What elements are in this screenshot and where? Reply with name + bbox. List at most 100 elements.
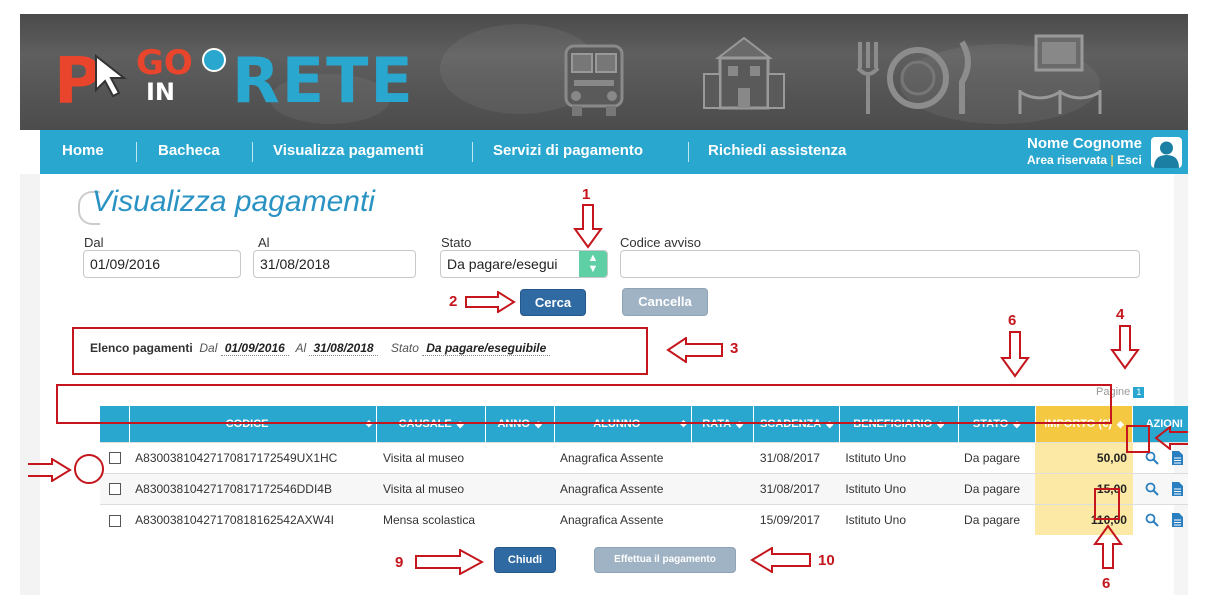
nav-home[interactable]: Home [62, 142, 104, 159]
nav-bacheca[interactable]: Bacheca [158, 142, 220, 159]
dal-label: Dal [84, 235, 104, 250]
user-name: Nome Cognome [1026, 135, 1142, 152]
sort-icon: ◆ [1116, 418, 1124, 429]
cell-beneficiario: Istituto Uno [839, 472, 959, 504]
row-checkbox[interactable] [108, 483, 121, 496]
cell-codice: A83003810427170817172549UX1HC [129, 441, 377, 473]
stato-select-value: Da pagare/esegui [447, 256, 558, 272]
row-checkbox[interactable] [108, 452, 121, 465]
globe-icon [202, 48, 226, 72]
search-icon[interactable] [1145, 451, 1159, 465]
annotation-9: 9 [395, 554, 404, 571]
school-building-icon [703, 36, 785, 110]
row-checkbox[interactable] [108, 514, 121, 527]
cell-scadenza: 31/08/2017 [753, 441, 840, 473]
area-riservata-link[interactable]: Area riservata [1027, 153, 1107, 167]
arrow-left-annotation [666, 337, 723, 363]
avatar[interactable] [1151, 137, 1182, 168]
arrow-right-annotation [465, 291, 516, 313]
annotation-6-top: 6 [1008, 312, 1017, 329]
left-decoration [20, 174, 40, 595]
cell-rata [691, 441, 754, 473]
cell-alunno: Anagrafica Assente [554, 503, 692, 535]
user-area: Nome Cognome Area riservata | Esci [1027, 135, 1142, 167]
codice-avviso-input[interactable] [620, 250, 1140, 278]
stato-label: Stato [441, 235, 472, 250]
cell-alunno: Anagrafica Assente [554, 441, 692, 473]
cancella-button[interactable]: Cancella [622, 288, 708, 316]
cursor-arrow-icon [95, 53, 127, 98]
effettua-pagamento-button[interactable]: Effettua il pagamento [594, 547, 736, 573]
table-row: A83003810427170817172546DDI4B Visita al … [100, 472, 1188, 504]
cell-rata [691, 503, 754, 535]
cell-beneficiario: Istituto Uno [839, 441, 959, 473]
codice-avviso-label: Codice avviso [620, 235, 701, 250]
al-date-input[interactable]: 31/08/2018 [253, 250, 416, 278]
cutlery-plate-icon [856, 40, 971, 114]
cell-rata [691, 472, 754, 504]
cell-causale: Mensa scolastica [376, 503, 486, 535]
page-title: Visualizza pagamenti [92, 185, 375, 218]
chiudi-button[interactable]: Chiudi [494, 547, 556, 573]
nav-separator [472, 142, 473, 162]
table-row: A83003810427170818162542AXW4I Mensa scol… [100, 503, 1188, 535]
annotation-1: 1 [582, 186, 591, 203]
cell-stato: Da pagare [958, 441, 1036, 473]
cell-beneficiario: Istituto Uno [839, 503, 959, 535]
document-icon[interactable] [1172, 513, 1184, 528]
arrow-left-annotation [750, 547, 811, 573]
cell-codice: A83003810427170817172546DDI4B [129, 472, 377, 504]
search-icon[interactable] [1145, 482, 1159, 496]
page: P GO IN RETE Home Bacheca Visualizza pag… [20, 14, 1188, 595]
annotation-box-document [1126, 425, 1150, 453]
nav-visualizza-pagamenti[interactable]: Visualizza pagamenti [273, 142, 424, 159]
cell-scadenza: 15/09/2017 [753, 503, 840, 535]
cell-alunno: Anagrafica Assente [554, 472, 692, 504]
al-label: Al [258, 235, 270, 250]
annotation-circle-checkbox [74, 454, 104, 484]
annotation-3: 3 [730, 340, 739, 357]
cell-codice: A83003810427170818162542AXW4I [129, 503, 377, 535]
nav-richiedi-assistenza[interactable]: Richiedi assistenza [708, 142, 846, 159]
link-separator: | [1110, 153, 1114, 167]
page-1-button[interactable]: 1 [1133, 386, 1145, 398]
nav-separator [136, 142, 137, 162]
select-arrows-icon[interactable]: ▲ ▼ [579, 251, 607, 277]
esci-link[interactable]: Esci [1117, 153, 1142, 167]
nav-separator [688, 142, 689, 162]
document-icon[interactable] [1172, 450, 1184, 465]
cerca-button[interactable]: Cerca [520, 289, 586, 316]
annotation-box-summary [72, 327, 648, 375]
annotation-4: 4 [1116, 306, 1125, 323]
annotation-box-search [1094, 488, 1120, 520]
arrow-down-annotation [573, 204, 603, 249]
arrow-right-annotation [415, 549, 484, 575]
table-row: A83003810427170817172549UX1HC Visita al … [100, 441, 1188, 473]
dal-date-input[interactable]: 01/09/2016 [83, 250, 241, 278]
cell-causale: Visita al museo [376, 472, 486, 504]
cell-stato: Da pagare [958, 503, 1036, 535]
nav-separator [252, 142, 253, 162]
pago-in-rete-logo[interactable]: P GO IN RETE [54, 46, 413, 118]
cell-stato: Da pagare [958, 472, 1036, 504]
annotation-10: 10 [818, 552, 835, 569]
cell-anno [485, 503, 554, 535]
header-banner: P GO IN RETE [20, 14, 1188, 130]
arrow-left-annotation [1154, 426, 1188, 450]
arrow-up-annotation [1093, 524, 1123, 569]
main-navigation: Home Bacheca Visualizza pagamenti Serviz… [40, 130, 1188, 174]
cell-scadenza: 31/08/2017 [753, 472, 840, 504]
search-icon[interactable] [1145, 513, 1159, 527]
annotation-2: 2 [449, 293, 458, 310]
cell-anno [485, 472, 554, 504]
cell-importo: 50,00 [1035, 441, 1133, 473]
document-icon[interactable] [1172, 481, 1184, 496]
arrow-down-annotation [1000, 331, 1030, 378]
payments-table: CODICE ◆ CAUSALE ◆ ANNO ◆ ALUNNO ◆ RATA ◆ SC… [100, 406, 1188, 535]
annotation-6-bottom: 6 [1102, 575, 1111, 592]
museum-frame-icon [1018, 34, 1102, 114]
arrow-down-annotation [1110, 325, 1140, 370]
cell-causale: Visita al museo [376, 441, 486, 473]
user-icon [1154, 141, 1179, 168]
nav-servizi-di-pagamento[interactable]: Servizi di pagamento [493, 142, 643, 159]
